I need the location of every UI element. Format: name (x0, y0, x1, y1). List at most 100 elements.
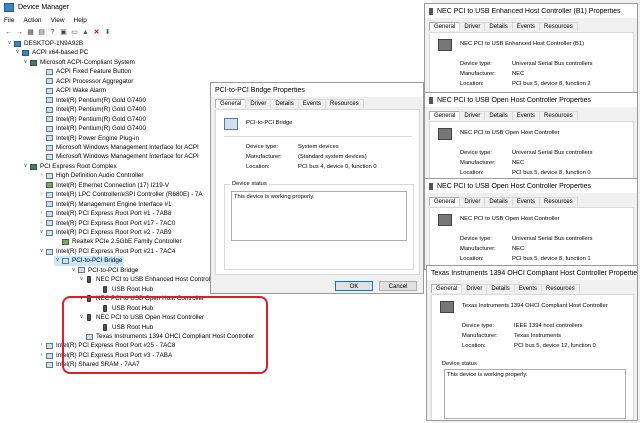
menu-file[interactable]: File (4, 17, 14, 24)
tree-item[interactable]: Intel(R) Pentium(R) Gold G7400 (38, 124, 146, 133)
tree-item[interactable]: ∨ PCI-to-PCI Bridge (54, 256, 125, 266)
collapse-chevron-icon[interactable]: ∨ (14, 48, 21, 57)
tab-driver[interactable]: Driver (245, 99, 272, 108)
add-driver-icon[interactable]: ▲ (81, 28, 90, 36)
tree-item-label: Intel(R) PCI Express Root Port #21 - 7AC… (56, 247, 176, 255)
tree-item[interactable]: Microsoft Windows Management Interface f… (38, 143, 199, 152)
tree-item[interactable]: Intel(R) Pentium(R) Gold G7400 (38, 96, 146, 105)
tab-general[interactable]: General (429, 111, 461, 120)
nic-icon (62, 239, 69, 246)
tree-item[interactable]: Intel(R) Power Engine Plug-in (38, 134, 139, 143)
uninstall-icon[interactable]: ✕ (92, 28, 101, 36)
collapse-chevron-icon[interactable]: ∨ (70, 266, 77, 275)
tab-events[interactable]: Events (511, 111, 541, 120)
tree-item[interactable]: ∨ NEC PCI to USB Enhanced Host Controller… (78, 275, 231, 284)
collapse-chevron-icon[interactable]: ∨ (22, 162, 29, 171)
tree-item[interactable]: › Intel(R) PCI Express Root Port #17 - 7A… (38, 219, 176, 228)
tab-resources[interactable]: Resources (539, 22, 578, 31)
back-icon[interactable]: ← (4, 28, 13, 36)
tab-resources[interactable]: Resources (539, 197, 578, 206)
expand-chevron-icon[interactable]: › (38, 341, 45, 350)
manufacturer-value: NEC (512, 246, 525, 252)
device-icon (46, 352, 53, 359)
expand-chevron-icon[interactable]: › (38, 190, 45, 199)
monitor-icon[interactable]: ▭ (70, 28, 79, 36)
tree-item[interactable]: ∨ Intel(R) PCI Express Root Port #21 - 7A… (38, 247, 175, 256)
device-manager-titlebar[interactable]: Device Manager (0, 0, 432, 15)
tab-resources[interactable]: Resources (541, 284, 580, 293)
expand-chevron-icon[interactable]: › (38, 171, 45, 180)
tree-item[interactable]: Realtek PCIe 2.5GbE Family Controller (54, 237, 182, 246)
tree-item-label: Microsoft Windows Management Interface f… (56, 153, 199, 161)
ti-1394-titlebar[interactable]: Texas Instruments 1394 OHCI Compliant Ho… (427, 266, 637, 280)
tab-events[interactable]: Events (511, 197, 541, 206)
menu-help[interactable]: Help (74, 17, 87, 24)
collapse-chevron-icon[interactable]: ∨ (38, 228, 45, 237)
tree-item[interactable]: Intel(R) Ethernet Connection (17) I219-V (38, 181, 169, 190)
tab-general[interactable]: General (429, 22, 461, 31)
tree-item[interactable]: ACPI Wake Alarm (38, 86, 106, 95)
tree-item[interactable]: Intel(R) Management Engine Interface #1 (38, 200, 172, 209)
tree-item[interactable]: › Intel(R) PCI Express Root Port #1 - 7AB… (38, 209, 172, 218)
tab-events[interactable]: Events (511, 22, 541, 31)
tab-events[interactable]: Events (297, 99, 327, 108)
collapse-chevron-icon[interactable]: ∨ (38, 247, 45, 256)
tree-item[interactable]: ∨ PCI Express Root Complex (22, 162, 116, 171)
tab-details[interactable]: Details (484, 111, 513, 120)
collapse-chevron-icon[interactable]: ∨ (22, 58, 29, 67)
tree-item[interactable]: USB Root Hub (94, 285, 153, 294)
tab-details[interactable]: Details (484, 22, 513, 31)
tab-general[interactable]: General (431, 284, 463, 293)
collapse-chevron-icon[interactable]: ∨ (6, 39, 13, 48)
tree-item[interactable]: Microsoft Windows Management Interface f… (38, 152, 199, 161)
tab-driver[interactable]: Driver (459, 111, 486, 120)
menu-action[interactable]: Action (23, 17, 41, 24)
tree-item[interactable]: ACPI Fixed Feature Button (38, 67, 131, 76)
tab-driver[interactable]: Driver (461, 284, 488, 293)
tab-events[interactable]: Events (513, 284, 543, 293)
tab-driver[interactable]: Driver (459, 197, 486, 206)
device-type-value: Universal Serial Bus controllers (512, 236, 593, 242)
tree-item[interactable]: Intel(R) Pentium(R) Gold G7400 (38, 115, 146, 124)
ok-button[interactable]: OK (335, 281, 373, 291)
device-status-text[interactable]: This device is working properly. (444, 369, 626, 419)
update-driver-icon[interactable]: ▤ (37, 28, 46, 36)
tab-general[interactable]: General (215, 99, 247, 108)
tree-item[interactable]: › Intel(R) LPC Controller/eSPI Controller… (38, 190, 203, 199)
tree-item[interactable]: ∨ Microsoft ACPI-Compliant System (22, 58, 134, 67)
device-status-text[interactable]: This device is working properly. (231, 191, 407, 241)
tree-item-label: Intel(R) Pentium(R) Gold G7400 (56, 125, 146, 133)
expand-chevron-icon[interactable]: › (38, 219, 45, 228)
window-title: Device Manager (18, 4, 69, 11)
enable-device-icon[interactable]: ⬇ (103, 28, 112, 36)
bridge-titlebar[interactable]: PCI-to-PCI Bridge Properties (211, 83, 423, 97)
nec-open1-titlebar[interactable]: NEC PCI to USB Open Host Controller Prop… (425, 93, 637, 107)
tab-details[interactable]: Details (486, 284, 515, 293)
tree-item[interactable]: ∨ ACPI x64-based PC (14, 48, 88, 57)
collapse-chevron-icon[interactable]: ∨ (78, 275, 85, 284)
help-icon[interactable]: ? (48, 28, 57, 36)
tree-item[interactable]: ∨ DESKTOP-1N9A92B (6, 39, 83, 48)
cancel-button[interactable]: Cancel (379, 281, 417, 291)
tab-resources[interactable]: Resources (539, 111, 578, 120)
nec-open2-titlebar[interactable]: NEC PCI to USB Open Host Controller Prop… (425, 179, 637, 193)
collapse-chevron-icon[interactable]: ∨ (54, 256, 61, 265)
expand-chevron-icon[interactable]: › (38, 351, 45, 360)
tab-details[interactable]: Details (270, 99, 299, 108)
properties-icon[interactable]: ▦ (26, 28, 35, 36)
nec-enhanced-titlebar[interactable]: NEC PCI to USB Enhanced Host Controller … (425, 4, 637, 18)
tree-item[interactable]: ∨ Intel(R) PCI Express Root Port #2 - 7AB… (38, 228, 171, 237)
tab-general[interactable]: General (429, 197, 461, 206)
tree-item[interactable]: Intel(R) Pentium(R) Gold G7400 (38, 105, 146, 114)
tree-item-label: Microsoft Windows Management Interface f… (56, 143, 199, 151)
tab-driver[interactable]: Driver (459, 22, 486, 31)
tab-resources[interactable]: Resources (325, 99, 364, 108)
tree-item[interactable]: ∨ PCI-to-PCI Bridge (70, 266, 138, 275)
forward-icon[interactable]: → (15, 28, 24, 36)
scan-hardware-icon[interactable]: ▣ (59, 28, 68, 36)
tab-details[interactable]: Details (484, 197, 513, 206)
tree-item[interactable]: › High Definition Audio Controller (38, 171, 144, 180)
tree-item[interactable]: ACPI Processor Aggregator (38, 77, 133, 86)
expand-chevron-icon[interactable]: › (38, 209, 45, 218)
menu-view[interactable]: View (51, 17, 65, 24)
